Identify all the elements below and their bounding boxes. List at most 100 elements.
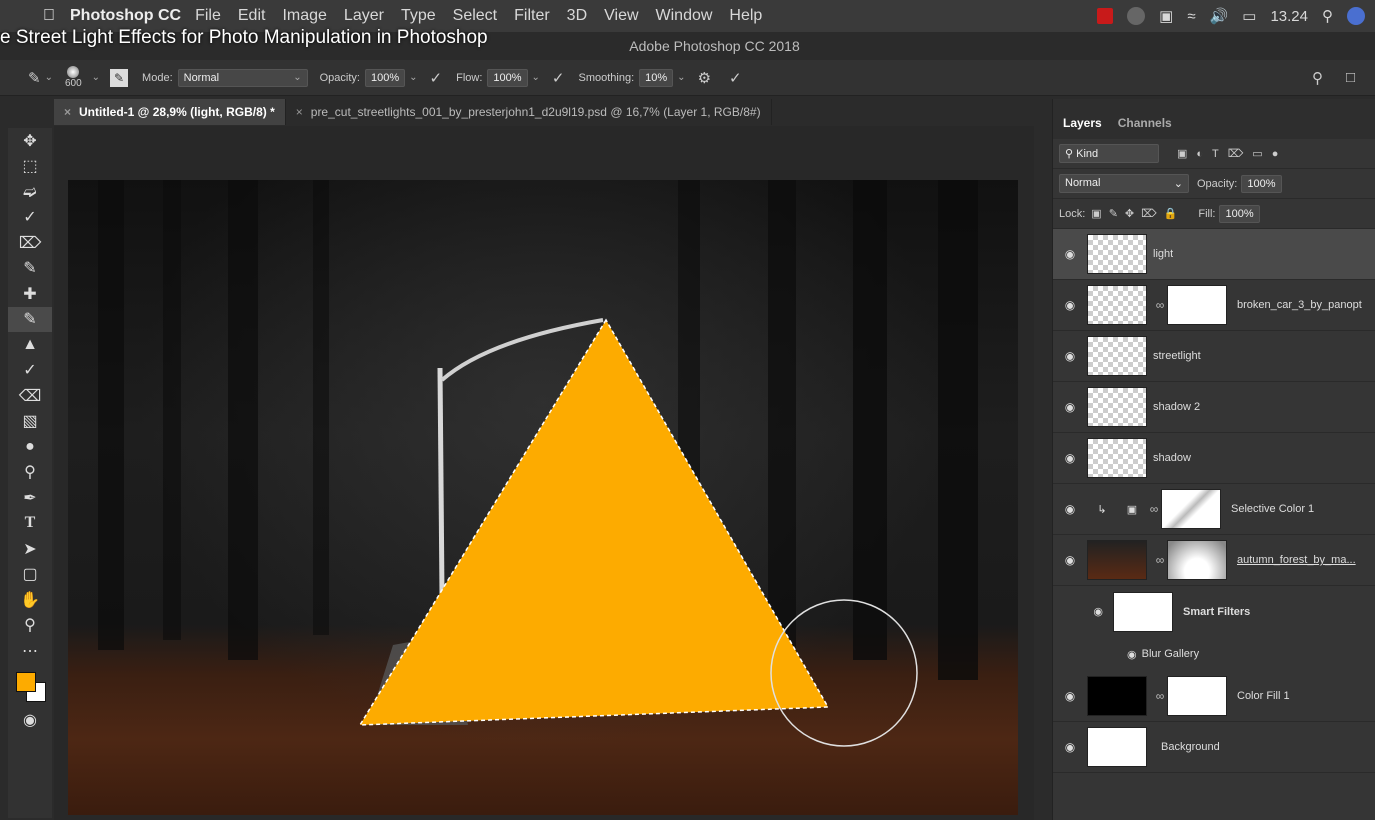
layer-mask-thumbnail[interactable] (1167, 285, 1227, 325)
visibility-eye-icon[interactable]: ◉ (1053, 349, 1087, 363)
visibility-eye-icon[interactable]: ◉ (1053, 247, 1087, 261)
menu-edit[interactable]: Edit (238, 7, 266, 25)
mode-select[interactable]: Normal ⌄ (177, 68, 308, 87)
move-tool-icon[interactable]: ✥ (8, 128, 52, 154)
layer-mask-thumbnail[interactable] (1161, 489, 1221, 529)
opacity-input[interactable]: 100% (364, 68, 406, 87)
battery-icon[interactable]: ▭ (1242, 7, 1256, 25)
quick-mask-icon[interactable]: ◉ (8, 708, 52, 734)
brush-panel-icon[interactable]: ✎ (110, 68, 129, 87)
menu-layer[interactable]: Layer (344, 7, 384, 25)
blur-gallery-row[interactable]: ◉ Blur Gallery (1053, 637, 1375, 671)
menu-file[interactable]: File (195, 7, 221, 25)
wifi-icon[interactable]: ≈ (1187, 8, 1195, 25)
history-brush-tool-icon[interactable]: ✓ (8, 358, 52, 384)
visibility-eye-icon[interactable]: ◉ (1053, 689, 1087, 703)
lock-icons[interactable]: ▣✎✥⌦🔒 (1091, 207, 1184, 220)
smart-filter-mask[interactable] (1113, 591, 1173, 632)
eraser-tool-icon[interactable]: ⌫ (8, 383, 52, 409)
visibility-eye-icon[interactable]: ◉ (1053, 605, 1113, 618)
stamp-tool-icon[interactable]: ▲ (8, 332, 52, 358)
tab-layers[interactable]: Layers (1063, 116, 1110, 139)
menu-3d[interactable]: 3D (567, 7, 587, 25)
airbrush-icon[interactable]: ✓ (552, 69, 565, 87)
layer-row-background[interactable]: ◉ Background (1053, 722, 1375, 773)
healing-brush-tool-icon[interactable]: ✚ (8, 281, 52, 307)
search-icon[interactable]: ⚲ (1312, 69, 1323, 87)
hand-tool-icon[interactable]: ✋ (8, 587, 52, 613)
foreground-color-swatch[interactable] (16, 671, 36, 692)
siri-icon[interactable] (1347, 7, 1365, 25)
filter-type-icons[interactable]: ▣◐T⌦▭● (1177, 147, 1287, 160)
gear-icon[interactable]: ⚙ (698, 69, 711, 87)
layer-mask-thumbnail[interactable] (1167, 676, 1227, 716)
marquee-tool-icon[interactable]: ⬚ (8, 154, 52, 180)
menu-help[interactable]: Help (729, 7, 762, 25)
blur-tool-icon[interactable]: ● (8, 434, 52, 460)
layer-row-streetlight[interactable]: ◉ streetlight (1053, 331, 1375, 382)
layer-row-shadow-2[interactable]: ◉ shadow 2 (1053, 382, 1375, 433)
layer-row-light[interactable]: ◉ light (1053, 229, 1375, 280)
menu-window[interactable]: Window (656, 7, 713, 25)
app-name-menu[interactable]: Photoshop CC (70, 7, 181, 25)
visibility-eye-icon[interactable]: ◉ (1053, 451, 1087, 465)
layer-row-selective-color[interactable]: ◉ ↳ ▣ ∞ Selective Color 1 (1053, 484, 1375, 535)
tab-channels[interactable]: Channels (1118, 116, 1180, 139)
menu-image[interactable]: Image (282, 7, 326, 25)
lasso-tool-icon[interactable]: ➫ (8, 179, 52, 205)
chevron-down-icon[interactable]: ⌄ (677, 72, 685, 83)
workspace-icon[interactable]: □ (1346, 69, 1355, 86)
filter-kind-select[interactable]: ⚲ Kind (1059, 144, 1159, 163)
zoom-tool-icon[interactable]: ⚲ (8, 613, 52, 639)
shape-tool-icon[interactable]: ▢ (8, 562, 52, 588)
gradient-tool-icon[interactable]: ▧ (8, 409, 52, 435)
visibility-eye-icon[interactable]: ◉ (1053, 298, 1087, 312)
eyedropper-tool-icon[interactable]: ✎ (8, 256, 52, 282)
visibility-eye-icon[interactable]: ◉ (1053, 502, 1087, 516)
close-icon[interactable]: × (64, 105, 71, 119)
layer-row-broken-car[interactable]: ◉ ∞ broken_car_3_by_panopt (1053, 280, 1375, 331)
layer-mask-thumbnail[interactable] (1167, 540, 1227, 580)
blend-mode-select[interactable]: Normal ⌄ (1059, 174, 1189, 193)
volume-icon[interactable]: 🔊 (1210, 7, 1229, 25)
status-icon[interactable] (1127, 7, 1146, 25)
layer-opacity-input[interactable]: 100% (1241, 174, 1282, 193)
brush-size-picker[interactable]: 600 (65, 66, 82, 89)
type-tool-icon[interactable]: T (8, 511, 52, 537)
path-selection-tool-icon[interactable]: ➤ (8, 536, 52, 562)
chevron-down-icon[interactable]: ⌄ (92, 72, 100, 83)
menu-type[interactable]: Type (401, 7, 436, 25)
tab-streetlights-psd[interactable]: × pre_cut_streetlights_001_by_presterjoh… (286, 99, 772, 125)
pen-tool-icon[interactable]: ✒ (8, 485, 52, 511)
visibility-eye-icon[interactable]: ◉ (1127, 648, 1137, 661)
chevron-down-icon[interactable]: ⌄ (409, 72, 417, 83)
smoothing-input[interactable]: 10% (639, 68, 674, 87)
clock[interactable]: 13.24 (1270, 8, 1308, 25)
menu-select[interactable]: Select (453, 7, 497, 25)
tab-untitled-1[interactable]: × Untitled-1 @ 28,9% (light, RGB/8) * (54, 99, 286, 125)
chevron-down-icon[interactable]: ⌄ (532, 72, 540, 83)
document-canvas[interactable] (68, 180, 1018, 815)
brush-tool-icon[interactable]: ✎ (8, 306, 52, 332)
dodge-tool-icon[interactable]: ⚲ (8, 460, 52, 486)
pressure-size-icon[interactable]: ✓ (729, 69, 742, 87)
quick-selection-tool-icon[interactable]: ✓ (8, 205, 52, 231)
visibility-eye-icon[interactable]: ◉ (1053, 740, 1087, 754)
smart-filters-row[interactable]: ◉ Smart Filters (1053, 586, 1375, 637)
menu-view[interactable]: View (604, 7, 638, 25)
close-icon[interactable]: × (296, 105, 303, 119)
menu-filter[interactable]: Filter (514, 7, 550, 25)
visibility-eye-icon[interactable]: ◉ (1053, 553, 1087, 567)
fill-input[interactable]: 100% (1219, 204, 1260, 223)
search-icon[interactable]: ⚲ (1322, 7, 1333, 25)
layer-row-shadow[interactable]: ◉ shadow (1053, 433, 1375, 484)
layer-row-autumn-forest[interactable]: ◉ ∞ autumn_forest_by_ma... (1053, 535, 1375, 586)
record-icon[interactable] (1097, 8, 1114, 24)
layer-row-color-fill[interactable]: ◉ ∞ Color Fill 1 (1053, 671, 1375, 722)
pressure-opacity-icon[interactable]: ✓ (430, 69, 443, 87)
monitor-icon[interactable]: ▣ (1159, 7, 1173, 25)
flow-input[interactable]: 100% (487, 68, 528, 87)
apple-icon[interactable]:  (38, 7, 60, 25)
more-tools-icon[interactable]: ⋯ (8, 638, 52, 664)
visibility-eye-icon[interactable]: ◉ (1053, 400, 1087, 414)
